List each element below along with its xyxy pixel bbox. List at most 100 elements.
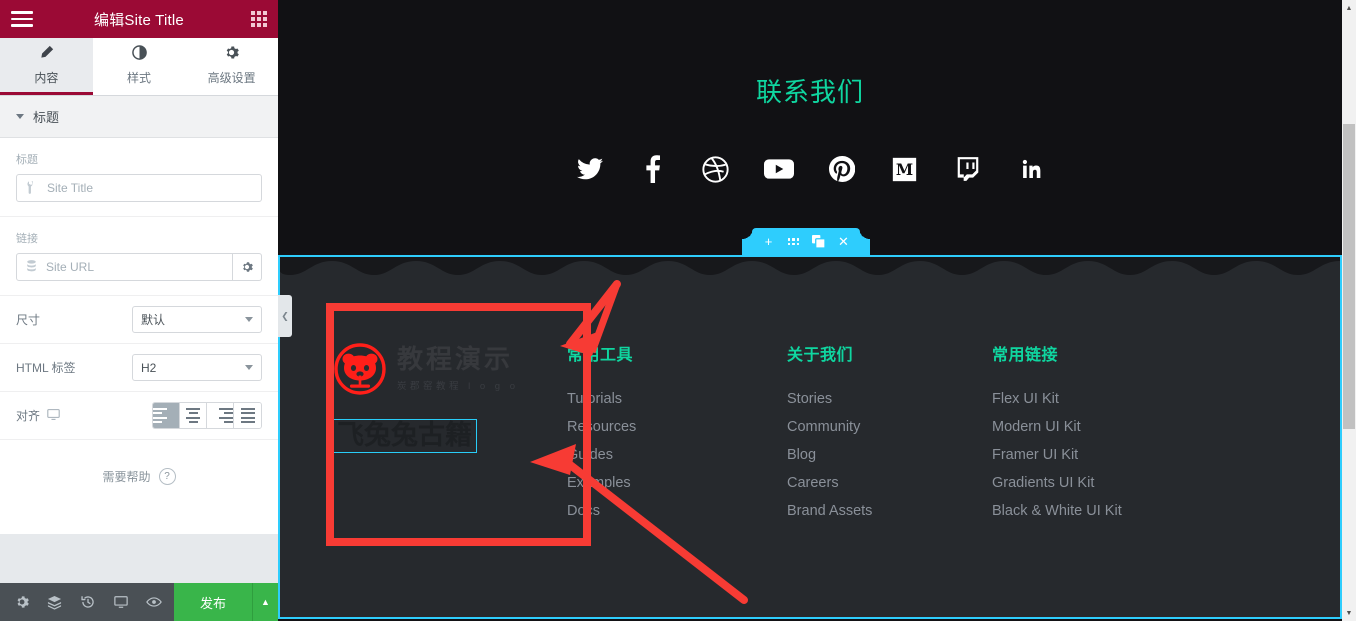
panel-collapse-handle[interactable]: ❮	[278, 295, 292, 337]
dribbble-icon[interactable]	[701, 154, 731, 184]
footer-link[interactable]: Modern UI Kit	[992, 419, 1212, 435]
contact-section-title: 联系我们	[755, 77, 864, 107]
control-align: 对齐	[0, 392, 278, 440]
footer-column-links: 常用链接 Flex UI Kit Modern UI Kit Framer UI…	[992, 341, 1212, 519]
panel-header: 编辑Site Title	[0, 0, 278, 38]
pencil-icon	[39, 45, 54, 63]
hamburger-icon[interactable]	[11, 11, 33, 27]
brand-logo-main-text: 教程演示	[397, 345, 514, 376]
panel-title: 编辑Site Title	[94, 11, 184, 29]
tab-content-label: 内容	[34, 70, 59, 85]
footer-link[interactable]: Gradients UI Kit	[992, 475, 1212, 491]
footer-link[interactable]: Docs	[567, 503, 787, 519]
scrollbar-up-caret-icon[interactable]: ▲	[1342, 0, 1356, 16]
add-section-button[interactable]: +	[756, 228, 781, 255]
section-header-title[interactable]: 标题	[0, 96, 278, 138]
control-size-label: 尺寸	[16, 313, 41, 327]
history-icon[interactable]	[71, 583, 104, 621]
wrench-icon	[22, 178, 41, 197]
footer-link[interactable]: Flex UI Kit	[992, 391, 1212, 407]
footer-column-tools: 常用工具 Tutorials Resources Guides Examples…	[567, 341, 787, 519]
eye-icon[interactable]	[137, 583, 170, 621]
contrast-icon	[131, 44, 147, 63]
title-input-placeholder: Site Title	[47, 181, 94, 195]
align-right-button[interactable]	[207, 403, 234, 428]
size-select-value: 默认	[141, 313, 166, 327]
panel-tabs: 内容 样式 高级设置	[0, 38, 279, 96]
panel-spacer	[0, 534, 278, 583]
footer-brand-column: 教程演示 炭郡窑教程 l o g o 飞兔兔古籍	[332, 341, 567, 519]
twitch-icon[interactable]	[953, 154, 983, 184]
publish-group: 发布 ▲	[173, 583, 278, 621]
tab-content[interactable]: 内容	[0, 38, 93, 95]
section-header-label: 标题	[33, 110, 60, 125]
size-select[interactable]: 默认	[132, 306, 262, 333]
footer-column-title: 常用链接	[992, 347, 1059, 364]
element-toolbar[interactable]: + ✕	[742, 228, 870, 255]
duplicate-button[interactable]	[806, 228, 831, 255]
scrollbar-down-caret-icon[interactable]: ▼	[1342, 605, 1356, 621]
question-circle-icon: ?	[158, 468, 176, 485]
link-input[interactable]: Site URL	[16, 253, 233, 281]
footer-column-title: 关于我们	[787, 347, 854, 364]
delete-button[interactable]: ✕	[831, 228, 856, 255]
brand-logo-sub-text: 炭郡窑教程 l o g o	[397, 380, 519, 392]
footer-link[interactable]: Guides	[567, 447, 787, 463]
gear-icon[interactable]	[5, 583, 38, 621]
chevron-down-icon	[245, 317, 253, 322]
page-scrollbar[interactable]: ▲ ▼	[1342, 0, 1356, 621]
control-link-label: 链接	[16, 233, 38, 245]
control-align-label: 对齐	[16, 407, 124, 424]
tab-style[interactable]: 样式	[92, 38, 186, 95]
scrollbar-thumb[interactable]	[1343, 124, 1355, 429]
publish-button[interactable]: 发布	[173, 583, 252, 621]
site-title-text: 飞兔兔古籍	[337, 420, 472, 451]
site-title-widget[interactable]: 飞兔兔古籍	[332, 419, 477, 453]
publish-options-caret-up-icon[interactable]: ▲	[252, 583, 278, 621]
footer-link[interactable]: Community	[787, 419, 992, 435]
align-left-button[interactable]	[153, 403, 180, 428]
html-tag-select[interactable]: H2	[132, 354, 262, 381]
youtube-icon[interactable]	[763, 154, 794, 184]
footer-link[interactable]: Examples	[567, 475, 787, 491]
control-html-tag: HTML 标签 H2	[0, 344, 278, 392]
medium-icon[interactable]: M	[890, 154, 920, 184]
footer-column-about: 关于我们 Stories Community Blog Careers Bran…	[787, 341, 992, 519]
align-justify-button[interactable]	[234, 403, 261, 428]
pinterest-icon[interactable]	[827, 154, 857, 184]
social-icons-row: M	[575, 154, 1046, 184]
gear-icon	[224, 45, 239, 63]
desktop-preview-icon[interactable]	[104, 583, 137, 621]
control-title: 标题 Site Title	[0, 138, 278, 217]
facebook-icon[interactable]	[638, 154, 668, 184]
footer-link[interactable]: Black & White UI Kit	[992, 503, 1212, 519]
editor-panel: 编辑Site Title 内容 样式 高级设置 标题 标题 Site Title…	[0, 0, 279, 621]
link-options-gear-icon[interactable]	[233, 253, 262, 281]
title-input[interactable]: Site Title	[16, 174, 262, 202]
caret-down-icon	[16, 114, 24, 119]
footer-link[interactable]: Resources	[567, 419, 787, 435]
footer-link[interactable]: Tutorials	[567, 391, 787, 407]
layers-icon[interactable]	[38, 583, 71, 621]
footer-link[interactable]: Brand Assets	[787, 503, 992, 519]
need-help-link[interactable]: 需要帮助 ?	[0, 440, 278, 485]
footer-section[interactable]: 教程演示 炭郡窑教程 l o g o 飞兔兔古籍 常用工具 Tutorials …	[278, 255, 1342, 619]
drag-handle-button[interactable]	[781, 228, 806, 255]
brand-logo[interactable]: 教程演示 炭郡窑教程 l o g o	[332, 341, 567, 397]
footer-link[interactable]: Blog	[787, 447, 992, 463]
footer-link[interactable]: Stories	[787, 391, 992, 407]
desktop-icon[interactable]	[47, 408, 60, 424]
footer-link[interactable]: Framer UI Kit	[992, 447, 1212, 463]
footer-link[interactable]: Careers	[787, 475, 992, 491]
align-button-group	[152, 402, 262, 429]
tab-advanced[interactable]: 高级设置	[185, 38, 279, 95]
chevron-down-icon	[245, 365, 253, 370]
need-help-label: 需要帮助	[102, 470, 151, 484]
linkedin-icon[interactable]	[1016, 154, 1046, 184]
twitter-icon[interactable]	[575, 154, 605, 184]
align-center-button[interactable]	[180, 403, 207, 428]
control-title-label: 标题	[16, 154, 38, 166]
grid-apps-icon[interactable]	[251, 11, 267, 27]
tab-style-label: 样式	[127, 70, 152, 85]
page-canvas: 联系我们 M + ✕ 教程演示 炭郡窑教程 l o g o 飞兔兔古籍 常用工具…	[278, 0, 1342, 621]
